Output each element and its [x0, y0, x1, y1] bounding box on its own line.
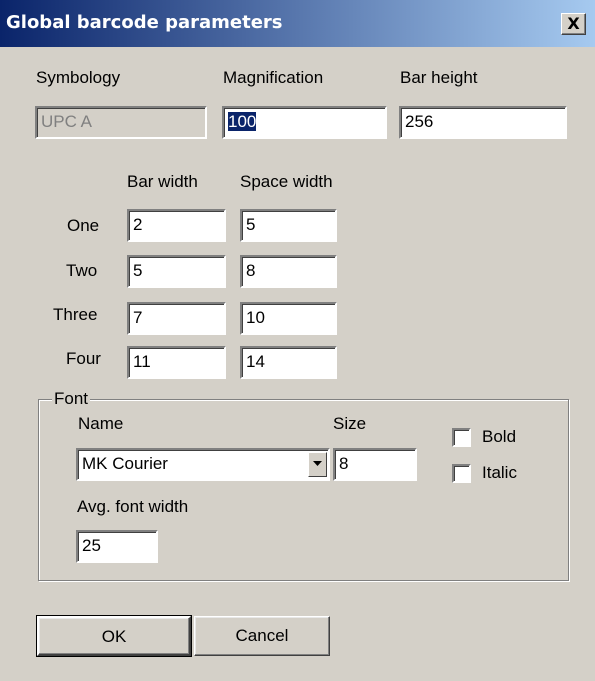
space-width-four-field[interactable]: 14 [240, 346, 337, 379]
bar-width-one-field[interactable]: 2 [127, 209, 226, 242]
font-size-field[interactable]: 8 [333, 448, 417, 481]
space-width-three-value: 10 [246, 308, 265, 327]
bar-height-label: Bar height [400, 68, 478, 87]
bold-label: Bold [482, 427, 517, 446]
symbology-label: Symbology [36, 68, 121, 87]
bar-width-three-field[interactable]: 7 [127, 302, 226, 335]
bar-width-two-value: 5 [133, 261, 143, 280]
font-name-label: Name [78, 414, 124, 433]
font-name-dropdown-button[interactable] [308, 452, 327, 477]
row-label-four: Four [66, 349, 101, 368]
space-width-two-value: 8 [246, 261, 256, 280]
bar-width-four-value: 11 [133, 352, 151, 371]
symbology-field: UPC A [35, 106, 207, 139]
font-name-dropdown[interactable]: MK Courier [76, 448, 330, 481]
ok-button[interactable]: OK [36, 615, 192, 657]
row-label-two: Two [66, 261, 98, 280]
symbology-value: UPC A [41, 112, 93, 131]
magnification-label: Magnification [223, 68, 324, 87]
bar-width-header: Bar width [127, 172, 198, 191]
avg-font-width-value: 25 [82, 536, 101, 555]
font-group-label: Font [52, 389, 91, 409]
avg-font-width-field[interactable]: 25 [76, 530, 158, 563]
bar-width-four-field[interactable]: 11 [127, 346, 226, 379]
close-button[interactable]: X [561, 13, 586, 35]
dialog-window: Global barcode parameters X Symbology Ma… [0, 0, 595, 681]
magnification-value: 100 [228, 112, 257, 131]
space-width-one-value: 5 [246, 215, 256, 234]
bold-checkbox[interactable] [452, 428, 471, 447]
ok-button-label: OK [101, 627, 127, 646]
chevron-down-icon [313, 461, 322, 466]
row-label-one: One [67, 216, 100, 235]
font-size-label: Size [333, 414, 367, 433]
cancel-button[interactable]: Cancel [194, 616, 330, 656]
bar-height-value: 256 [405, 112, 434, 131]
font-name-value: MK Courier [82, 454, 168, 473]
bar-width-three-value: 7 [133, 308, 143, 327]
font-size-value: 8 [339, 454, 349, 473]
space-width-four-value: 14 [246, 352, 265, 371]
title-bar[interactable]: Global barcode parameters X [0, 0, 595, 47]
avg-font-width-label: Avg. font width [77, 497, 189, 516]
space-width-two-field[interactable]: 8 [240, 255, 337, 288]
space-width-one-field[interactable]: 5 [240, 209, 337, 242]
bar-width-one-value: 2 [133, 215, 143, 234]
cancel-button-label: Cancel [235, 626, 289, 645]
dialog-title: Global barcode parameters [6, 12, 283, 33]
italic-checkbox[interactable] [452, 464, 471, 483]
close-icon: X [567, 14, 580, 33]
space-width-header: Space width [240, 172, 333, 191]
space-width-three-field[interactable]: 10 [240, 302, 337, 335]
bar-height-field[interactable]: 256 [399, 106, 567, 139]
bar-width-two-field[interactable]: 5 [127, 255, 226, 288]
row-label-three: Three [53, 305, 98, 324]
italic-label: Italic [482, 463, 517, 482]
magnification-field[interactable]: 100 [222, 106, 387, 139]
